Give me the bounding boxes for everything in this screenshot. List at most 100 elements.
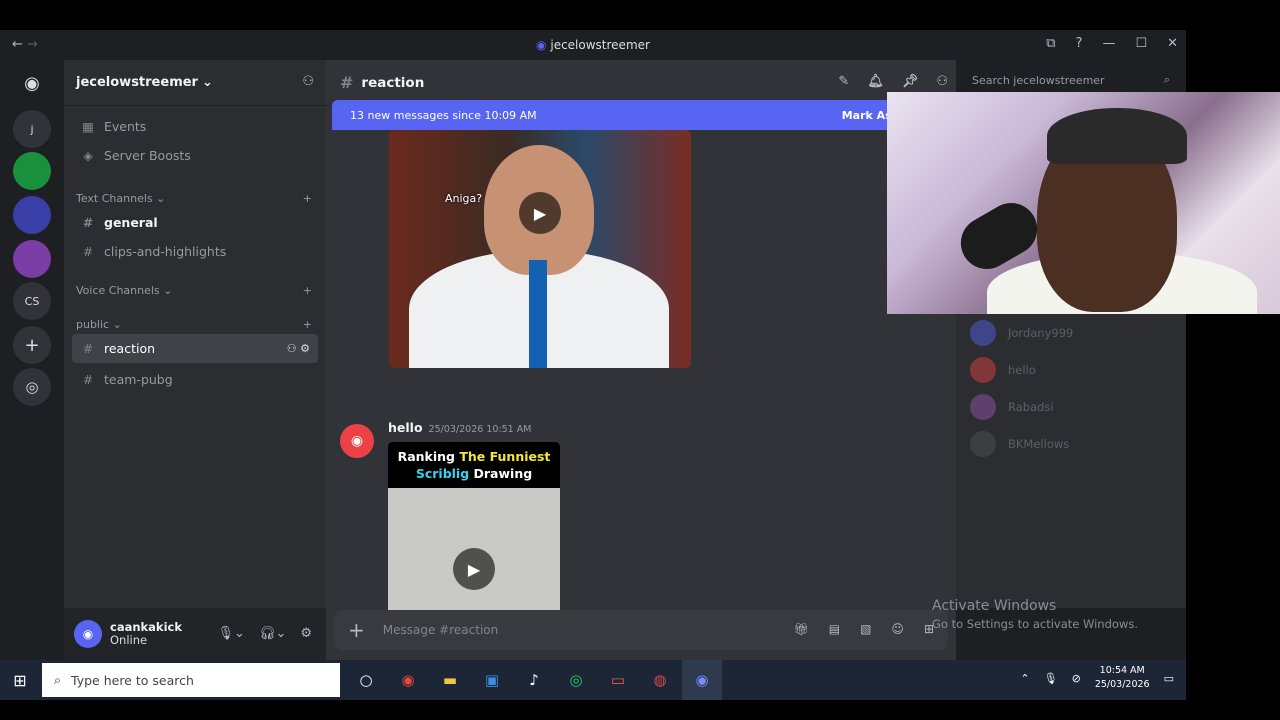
recorder-icon[interactable]: ◍	[640, 660, 680, 700]
microphone-icon[interactable]: 🎙︎	[1044, 672, 1058, 685]
gif-icon[interactable]: ▤	[829, 622, 840, 636]
headphones-icon[interactable]: 🎧︎⌄	[259, 626, 286, 641]
server-icon-blue[interactable]	[13, 196, 51, 234]
avatar[interactable]: ◉	[340, 424, 374, 458]
channel-general[interactable]: # general	[64, 208, 326, 237]
category-voice-channels[interactable]: Voice Channels ⌄ +	[64, 280, 326, 300]
category-label: public	[76, 317, 110, 331]
watermark-subtitle: Go to Settings to activate Windows.	[932, 617, 1138, 631]
search-input[interactable]: Search jecelowstreemer ⌕	[966, 70, 1178, 92]
hash-icon: #	[82, 215, 94, 230]
server-name: jecelowstreemer	[76, 75, 198, 90]
add-channel-icon[interactable]: +	[303, 192, 312, 205]
video-thumbnail[interactable]: Ranking The Funniest Scriblig Drawing ▶	[388, 442, 560, 638]
add-channel-icon[interactable]: +	[303, 284, 312, 297]
watermark-title: Activate Windows	[932, 598, 1057, 614]
app-red-icon[interactable]: ▭	[598, 660, 638, 700]
emoji-icon[interactable]: ☺	[891, 622, 904, 636]
member-item[interactable]: BKMellows	[956, 425, 1186, 462]
webcam-cap	[1047, 108, 1187, 164]
channel-reaction[interactable]: # reaction ⚇ ⚙	[72, 334, 318, 363]
add-channel-icon[interactable]: +	[303, 318, 312, 331]
microphone-icon[interactable]: 🎙︎⌄	[218, 626, 245, 641]
avatar[interactable]: ◉	[74, 620, 102, 648]
chevron-down-icon: ⌄	[201, 75, 213, 90]
server-header[interactable]: jecelowstreemer ⌄ ⚇	[64, 60, 326, 106]
server-icon-j[interactable]: j	[13, 110, 51, 148]
network-icon[interactable]: ⊘	[1072, 672, 1081, 685]
windows-start-icon[interactable]: ⊞	[0, 660, 40, 700]
hash-icon: #	[82, 244, 94, 259]
channel-settings-icon[interactable]: ⚇ ⚙	[287, 342, 310, 355]
help-icon[interactable]: ?	[1076, 36, 1083, 51]
video-attachment[interactable]: Aniga? ▶	[389, 130, 691, 368]
explore-icon[interactable]: ◎	[13, 368, 51, 406]
server-boosts-item[interactable]: ◈ Server Boosts	[64, 141, 326, 170]
server-icon-kick[interactable]	[13, 152, 51, 190]
member-item[interactable]: Jordany999	[956, 314, 1186, 351]
hash-icon: #	[340, 73, 354, 92]
play-icon[interactable]: ▶	[453, 548, 495, 590]
gift-icon[interactable]: 🎁︎	[794, 622, 809, 636]
file-explorer-icon[interactable]: ▬	[430, 660, 470, 700]
discord-taskbar-icon[interactable]: ◉	[682, 660, 722, 700]
member-item[interactable]: hello	[956, 351, 1186, 388]
system-tray: ⌃ 🎙︎ ⊘ 10:54 AM 25/03/2026 ▭	[1020, 664, 1174, 692]
notifications-icon[interactable]: ▭	[1164, 672, 1174, 685]
window-title: jecelowstreemer	[550, 38, 650, 52]
close-button[interactable]: ✕	[1167, 36, 1178, 51]
search-icon: ⌕	[54, 672, 62, 687]
windows-taskbar: ⊞ ⌕ Type here to search ○ ◉ ▬ ▣ ♪ ◎ ▭ ◍ ◉…	[0, 660, 1186, 700]
category-text-channels[interactable]: Text Channels ⌄ +	[64, 188, 326, 208]
avatar	[970, 319, 996, 346]
inbox-icon[interactable]: ⧉	[1046, 36, 1055, 51]
message-composer[interactable]: + Message #reaction 🎁︎ ▤ ▧ ☺ ⊞	[334, 610, 948, 650]
maximize-button[interactable]: ☐	[1135, 36, 1147, 51]
search-placeholder: Search jecelowstreemer	[972, 74, 1105, 87]
sticker-icon[interactable]: ▧	[860, 622, 871, 636]
thumb-text: Scriblig	[415, 466, 474, 481]
tiktok-icon[interactable]: ♪	[514, 660, 554, 700]
discord-home-icon[interactable]: ◉	[13, 64, 51, 102]
events-item[interactable]: ▦ Events	[64, 112, 326, 141]
chrome-icon[interactable]: ◉	[388, 660, 428, 700]
avatar	[970, 430, 996, 457]
member-list: Jordany999 hello Rabadsi BKMellows	[956, 314, 1186, 608]
play-icon[interactable]: ▶	[519, 192, 561, 234]
composer-placeholder[interactable]: Message #reaction	[383, 623, 498, 637]
video-tie	[529, 260, 547, 368]
discord-logo-icon: ◉	[536, 38, 547, 52]
member-list-icon[interactable]: ⚇	[936, 74, 948, 89]
category-label: Voice Channels	[76, 283, 160, 297]
bell-icon[interactable]: 🔔︎	[867, 74, 884, 89]
pin-icon[interactable]: 📌︎	[902, 74, 919, 89]
add-server-icon[interactable]: +	[13, 326, 51, 364]
attach-plus-icon[interactable]: +	[348, 618, 365, 642]
banner-text: 13 new messages since 10:09 AM	[350, 108, 537, 122]
store-icon[interactable]: ▣	[472, 660, 512, 700]
threads-icon[interactable]: ✎	[838, 74, 849, 89]
gear-icon[interactable]: ⚙	[300, 626, 312, 641]
taskbar-search-input[interactable]: ⌕ Type here to search	[42, 663, 340, 697]
chevron-up-icon[interactable]: ⌃	[1020, 672, 1029, 685]
category-public[interactable]: public ⌄ +	[64, 314, 326, 334]
member-item[interactable]: Rabadsi	[956, 388, 1186, 425]
thumb-text: Ranking	[397, 449, 460, 464]
channel-title: reaction	[361, 74, 425, 91]
channel-clips-and-highlights[interactable]: # clips-and-highlights	[64, 237, 326, 266]
message-timestamp: 25/03/2026 10:51 AM	[428, 424, 532, 435]
message-author[interactable]: hello	[388, 420, 423, 435]
clock[interactable]: 10:54 AM 25/03/2026	[1095, 664, 1150, 692]
server-icon-purple[interactable]	[13, 240, 51, 278]
new-messages-banner[interactable]: 13 new messages since 10:09 AM Mark As R…	[332, 100, 932, 130]
boosts-label: Server Boosts	[104, 148, 191, 163]
search-icon: ⌕	[1163, 73, 1170, 86]
whatsapp-icon[interactable]: ◎	[556, 660, 596, 700]
server-list: ◉ j CS + ◎	[0, 60, 64, 660]
server-icon-cs[interactable]: CS	[13, 282, 51, 320]
cortana-icon[interactable]: ○	[346, 660, 386, 700]
invite-icon[interactable]: ⚇	[302, 74, 314, 89]
minimize-button[interactable]: —	[1102, 36, 1115, 51]
channel-team-pubg[interactable]: # team-pubg	[64, 365, 326, 394]
boost-icon: ◈	[83, 148, 93, 163]
